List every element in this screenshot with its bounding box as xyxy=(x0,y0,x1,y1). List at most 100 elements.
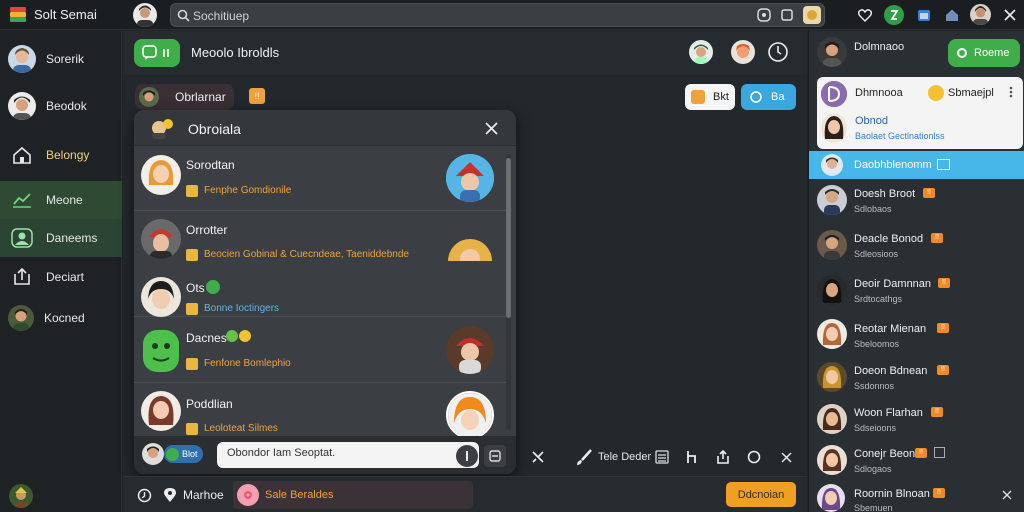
sidebar-item-label: Deciart xyxy=(46,270,85,284)
timer-icon[interactable] xyxy=(766,40,790,64)
home-icon xyxy=(8,141,36,169)
row-badge: !! xyxy=(937,365,949,375)
refresh-icon xyxy=(749,90,763,104)
user-avatar[interactable] xyxy=(133,3,157,27)
contact-row[interactable]: Deacle Bonod !! Sdleosioos xyxy=(809,224,1024,268)
message-box[interactable] xyxy=(217,442,479,468)
list-item[interactable]: Poddlian Leoloteat Silmes xyxy=(134,383,506,443)
heart-icon[interactable] xyxy=(855,5,875,25)
contact-row[interactable]: Doeon Bdnean !! Ssdonnos xyxy=(809,356,1024,400)
foot-chip[interactable]: Blot xyxy=(164,445,203,463)
editor-toolbar: Tele Deder xyxy=(523,440,803,472)
window-icon xyxy=(934,447,945,458)
flower-icon xyxy=(237,484,259,506)
contact-row[interactable]: Conejr Beon !! Sdlogaos xyxy=(809,439,1024,483)
avatar-icon xyxy=(817,362,847,392)
close-icon[interactable] xyxy=(1000,5,1020,25)
avatar-icon xyxy=(8,305,34,331)
row-badge: !! xyxy=(938,278,950,288)
search-input[interactable] xyxy=(193,7,713,24)
avatar-icon xyxy=(817,319,847,349)
bottom-bar: Marhoe Sale Beraldes Ddcnoian xyxy=(123,476,807,512)
panel-user-name: Dolmnaoo xyxy=(854,41,905,53)
contact-row[interactable]: Doesh Broot !! Sdlobaos xyxy=(809,179,1024,223)
contact-row[interactable]: Deoir Damnnan !! Srdtocathgs xyxy=(809,269,1024,313)
pill-button-second[interactable]: Ba xyxy=(741,84,796,110)
list-icon[interactable] xyxy=(653,448,671,466)
text-icon[interactable] xyxy=(683,448,701,466)
sidebar-item-label: Beodok xyxy=(46,99,87,113)
window-icon[interactable] xyxy=(779,7,795,23)
avatar-icon xyxy=(817,275,847,305)
online-icon xyxy=(206,280,220,294)
app-logo-icon xyxy=(8,5,28,25)
sidebar-item-2[interactable]: Belongy xyxy=(0,136,122,174)
contact-row[interactable]: Reotar Mienan !! Sbeloomos xyxy=(809,314,1024,358)
attach-icon[interactable] xyxy=(484,445,506,467)
toolbar-label: Tele Deder xyxy=(598,451,652,463)
emoji-icon xyxy=(186,358,198,370)
sticker-icon[interactable] xyxy=(803,6,821,24)
sidebar-item-6[interactable]: Kocned xyxy=(0,299,122,337)
message-input[interactable] xyxy=(227,447,457,459)
people-icon xyxy=(8,224,36,252)
list-item[interactable]: Orrotter Beocien Gobinal & Cuecndeae, Ta… xyxy=(134,211,506,317)
panel-action-button[interactable]: Roeme xyxy=(948,39,1020,67)
home-icon[interactable] xyxy=(942,5,962,25)
profile-avatar[interactable] xyxy=(970,4,991,25)
contact-avatar xyxy=(141,391,181,431)
search-bar[interactable] xyxy=(170,3,825,27)
tag-icon xyxy=(691,90,705,104)
row-badge: !! xyxy=(923,188,935,198)
calendar-icon[interactable] xyxy=(914,5,934,25)
emoji-icon xyxy=(186,185,198,197)
avatar-icon[interactable] xyxy=(817,37,847,67)
sidebar: Sorerik Beodok Belongy Meone Daneems Dec… xyxy=(0,31,122,512)
clock-icon[interactable] xyxy=(135,486,153,504)
bottom-avatar[interactable] xyxy=(9,484,33,508)
contact-row[interactable]: Woon Flarhan !! Sdseioons xyxy=(809,398,1024,442)
sidebar-item-0[interactable]: Sorerik xyxy=(0,39,122,79)
conversation-chip[interactable]: Obrlarnar xyxy=(135,84,234,110)
bottom-chip[interactable]: Sale Beraldes xyxy=(233,481,473,509)
sidebar-item-4[interactable]: Daneems xyxy=(0,219,122,257)
scrollbar-track[interactable] xyxy=(506,154,511,430)
pin-icon[interactable] xyxy=(529,448,547,466)
brush-icon[interactable] xyxy=(573,446,595,468)
contact-avatar-secondary xyxy=(446,326,494,374)
avatar-icon xyxy=(817,185,847,215)
chip-badge: !! xyxy=(249,88,265,104)
leaf-icon xyxy=(226,330,238,342)
action-button[interactable]: Ddcnoian xyxy=(726,482,796,507)
share-icon[interactable] xyxy=(714,448,732,466)
sidebar-item-5[interactable]: Deciart xyxy=(0,258,122,296)
pill-button-first[interactable]: Bkt xyxy=(685,84,735,110)
more-icon[interactable] xyxy=(1005,85,1017,99)
sidebar-item-1[interactable]: Beodok xyxy=(0,86,122,126)
chevron-down-icon[interactable] xyxy=(1001,489,1013,501)
emoji-icon xyxy=(186,303,198,315)
avatar-icon xyxy=(8,92,36,120)
scrollbar-thumb[interactable] xyxy=(506,158,511,318)
bottom-label: Marhoe xyxy=(183,488,224,502)
circle-icon[interactable] xyxy=(745,448,763,466)
contact-row-selected[interactable]: Daobhblenomm xyxy=(809,151,1024,179)
sidebar-item-3[interactable]: Meone xyxy=(0,181,122,219)
status-icon[interactable] xyxy=(884,5,904,25)
list-item[interactable]: Dacnes Fenfone Bomlephio xyxy=(134,317,506,383)
chat-toggle-icon[interactable] xyxy=(134,39,180,67)
location-icon[interactable] xyxy=(161,486,179,504)
send-icon[interactable] xyxy=(456,445,478,467)
member-avatar[interactable] xyxy=(731,40,755,64)
contact-row[interactable]: Roornin Blnoan !! Sbemuen xyxy=(809,481,1024,512)
avatar-icon xyxy=(142,443,164,465)
close-icon[interactable] xyxy=(777,448,795,466)
avatar-icon xyxy=(821,81,847,107)
clock-icon[interactable] xyxy=(756,7,772,23)
close-icon[interactable] xyxy=(482,119,500,137)
app-title: Solt Semai xyxy=(34,7,97,22)
export-icon xyxy=(8,263,36,291)
list-item[interactable]: Sorodtan Fenphe Gomdionile xyxy=(134,147,506,211)
member-avatar[interactable] xyxy=(689,40,713,64)
contact-avatar xyxy=(141,155,181,195)
